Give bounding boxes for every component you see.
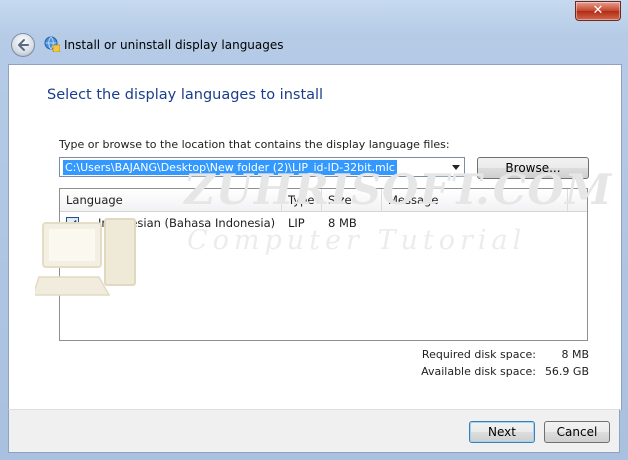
window-title: Install or uninstall display languages bbox=[64, 38, 284, 52]
page-heading: Select the display languages to install bbox=[47, 87, 324, 103]
next-button[interactable]: Next bbox=[469, 421, 535, 443]
content-panel: Select the display languages to install … bbox=[8, 64, 622, 410]
language-checkbox[interactable] bbox=[66, 217, 79, 230]
cancel-button[interactable]: Cancel bbox=[544, 421, 610, 443]
chevron-down-icon[interactable] bbox=[452, 165, 460, 170]
available-space-label: Available disk space: bbox=[421, 365, 536, 378]
column-header-type[interactable]: Type bbox=[282, 189, 322, 211]
column-header-message[interactable]: Message bbox=[382, 189, 568, 211]
back-button[interactable] bbox=[11, 33, 35, 57]
footer-bar: Next Cancel bbox=[8, 409, 620, 453]
checkmark-icon bbox=[68, 219, 77, 228]
location-path-value[interactable]: C:\Users\BAJANG\Desktop\New folder (2)\L… bbox=[63, 160, 397, 175]
required-space-value-box: 8 MB bbox=[539, 348, 589, 362]
language-globe-icon bbox=[44, 36, 60, 52]
available-space-value-box: 56.9 GB bbox=[539, 365, 589, 379]
available-space-value: 56.9 GB bbox=[544, 365, 589, 378]
required-space-value: 8 MB bbox=[561, 348, 589, 361]
close-icon: ✕ bbox=[592, 3, 604, 18]
language-list[interactable]: Language Type Size Message Indonesian (B… bbox=[59, 188, 588, 341]
required-space-row: Required disk space: bbox=[389, 348, 536, 362]
column-header-size[interactable]: Size bbox=[322, 189, 382, 211]
location-combobox[interactable]: C:\Users\BAJANG\Desktop\New folder (2)\L… bbox=[59, 157, 465, 177]
row-language: Indonesian (Bahasa Indonesia) bbox=[98, 216, 276, 230]
row-type: LIP bbox=[288, 216, 305, 230]
location-label: Type or browse to the location that cont… bbox=[59, 138, 450, 151]
window-frame: ✕ Install or uninstall display languages… bbox=[0, 0, 628, 460]
back-arrow-icon bbox=[18, 39, 29, 51]
browse-button[interactable]: Browse... bbox=[477, 157, 589, 179]
available-space-row: Available disk space: bbox=[389, 365, 536, 379]
row-size: 8 MB bbox=[328, 216, 357, 230]
close-button[interactable]: ✕ bbox=[575, 1, 621, 21]
language-list-header: Language Type Size Message bbox=[60, 189, 587, 212]
language-row[interactable]: Indonesian (Bahasa Indonesia) LIP 8 MB bbox=[60, 213, 587, 233]
column-header-language[interactable]: Language bbox=[60, 189, 282, 211]
required-space-label: Required disk space: bbox=[421, 348, 536, 361]
